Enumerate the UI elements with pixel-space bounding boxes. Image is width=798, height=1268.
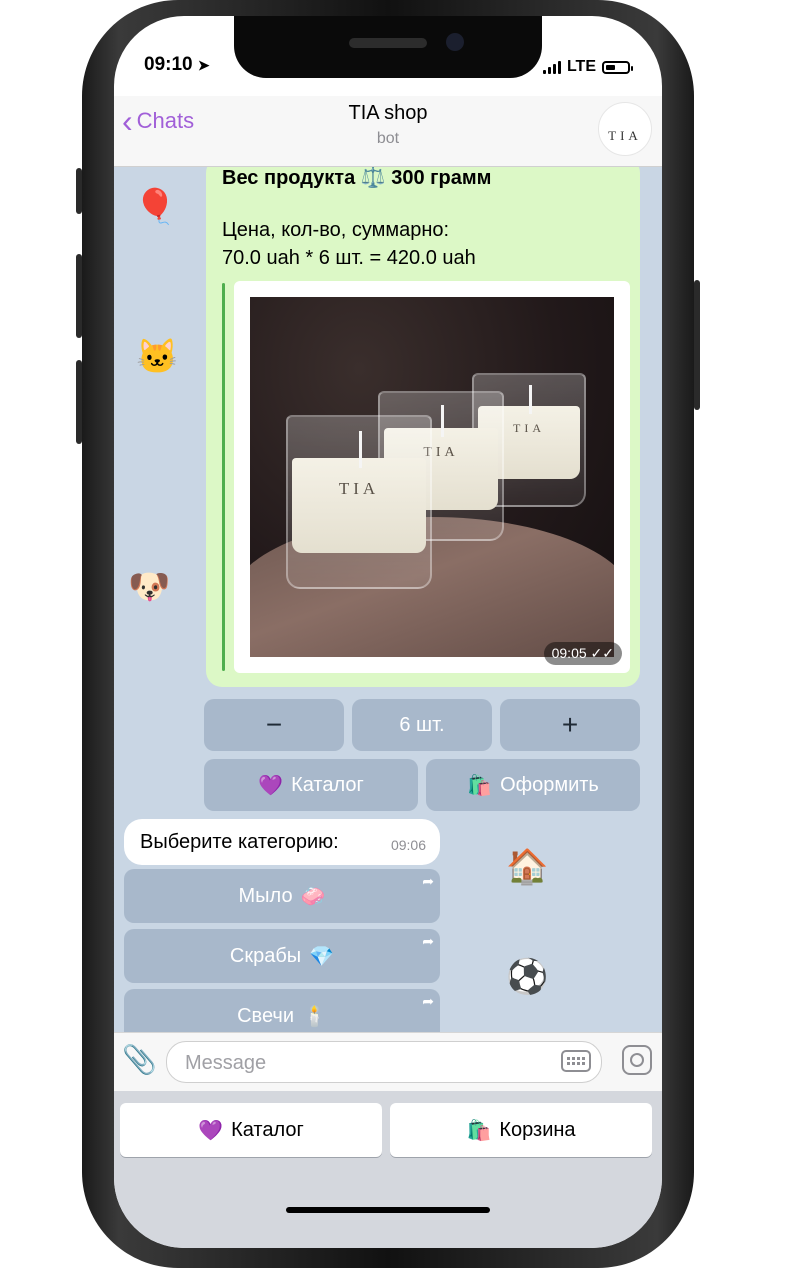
incoming-text: Выберите категорию: (140, 831, 339, 853)
doodle-dog-icon: 🐶 (128, 568, 171, 606)
reply-catalog-button[interactable]: 💜 Каталог (120, 1103, 382, 1157)
purple-heart-icon: 💜 (198, 1119, 224, 1142)
nav-bar: ‹ Chats TIA shop bot TIA (114, 96, 662, 167)
chat-area: 🎈 🐱 🐶 🏠 ⚽ Вес продукта ⚖️ 300 грамм Цена… (114, 167, 662, 1032)
reply-keyboard: 💜 Каталог 🛍️ Корзина (114, 1091, 662, 1248)
chat-title: TIA shop (348, 102, 428, 124)
soap-icon: 🧼 (300, 885, 326, 908)
share-arrow-icon: ➦ (422, 873, 434, 889)
volume-up-button (76, 254, 82, 338)
product-photo-card[interactable]: TIA TIA TIA 09:05 ✓✓ (234, 281, 630, 673)
purple-heart-icon: 💜 (258, 774, 284, 797)
home-indicator[interactable] (286, 1207, 490, 1213)
battery-icon (602, 60, 633, 74)
paperclip-icon[interactable]: 📎 (122, 1043, 157, 1076)
volume-down-button (76, 360, 82, 444)
notch (234, 16, 542, 78)
screen: 09:10 ➤ LTE ‹ Chats TIA shop bot TIA 🎈 🐱… (114, 16, 662, 1248)
avatar-logo: TIA (608, 128, 642, 143)
price-heading: Цена, кол-во, суммарно: (222, 219, 450, 241)
doodle-balloon-icon: 🎈 (134, 188, 177, 226)
speaker (349, 38, 427, 48)
message-time: 09:05 ✓✓ (543, 642, 622, 665)
category-button-candles[interactable]: Свечи 🕯️ ➦ (124, 989, 440, 1032)
share-arrow-icon: ➦ (422, 993, 434, 1009)
product-photo[interactable]: TIA TIA TIA (250, 297, 614, 657)
message-input[interactable] (183, 1048, 547, 1078)
incoming-message-bubble: Выберите категорию: 09:06 (124, 819, 440, 865)
message-field[interactable] (166, 1041, 602, 1083)
signal-icon (542, 60, 561, 74)
location-icon: ➤ (197, 57, 210, 73)
quantity-button[interactable]: 6 шт. (352, 699, 492, 751)
product-message-bubble: Вес продукта ⚖️ 300 грамм Цена, кол-во, … (206, 167, 640, 687)
status-time: 09:10 ➤ (144, 54, 210, 75)
price-line: 70.0 uah * 6 шт. = 420.0 uah (222, 247, 476, 269)
link-preview-bar (222, 283, 225, 671)
chat-subtitle: bot (376, 130, 400, 147)
power-button (694, 280, 700, 410)
doodle-house-icon: 🏠 (506, 848, 549, 886)
shopping-bags-icon: 🛍️ (466, 1119, 492, 1142)
share-arrow-icon: ➦ (422, 933, 434, 949)
plus-button[interactable]: + (500, 699, 640, 751)
mute-switch (76, 168, 82, 214)
incoming-time: 09:06 (390, 837, 426, 853)
weight-line: Вес продукта ⚖️ 300 грамм (222, 167, 492, 189)
status-indicators: LTE (542, 54, 633, 80)
inline-catalog-button[interactable]: 💜 Каталог (204, 759, 418, 811)
avatar[interactable]: TIA (598, 102, 652, 156)
doodle-ball-icon: ⚽ (506, 958, 549, 996)
keyboard-icon[interactable] (561, 1050, 591, 1072)
composer-bar: 📎 (114, 1032, 662, 1091)
checkout-button[interactable]: 🛍️ Оформить (426, 759, 640, 811)
gem-icon: 💎 (309, 945, 335, 968)
network-label: LTE (566, 58, 596, 75)
shopping-bags-icon: 🛍️ (467, 774, 493, 797)
camera-icon[interactable] (622, 1045, 652, 1075)
front-camera (446, 33, 464, 51)
minus-button[interactable]: − (204, 699, 344, 751)
candle-front: TIA (286, 415, 432, 589)
category-button-soap[interactable]: Мыло 🧼 ➦ (124, 869, 440, 923)
category-button-scrubs[interactable]: Скрабы 💎 ➦ (124, 929, 440, 983)
candle-icon: 🕯️ (302, 1005, 327, 1028)
doodle-cat-icon: 🐱 (136, 338, 179, 376)
reply-cart-button[interactable]: 🛍️ Корзина (390, 1103, 652, 1157)
